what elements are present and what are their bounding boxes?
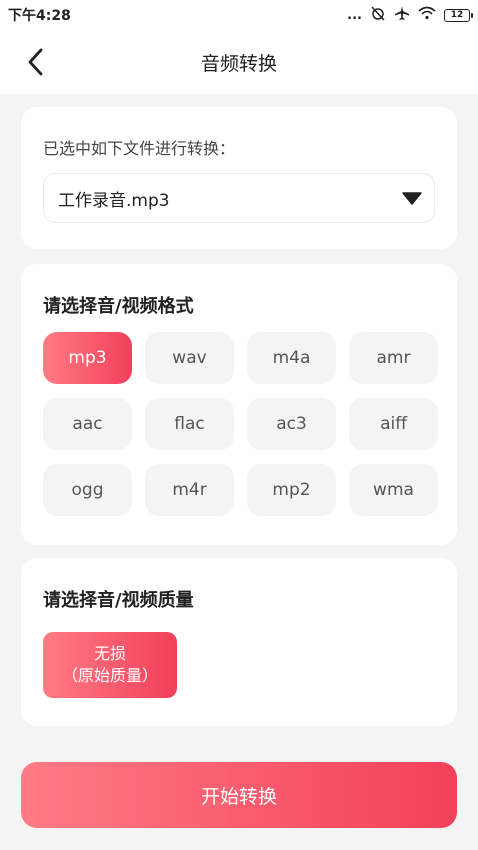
file-section-label: 已选中如下文件进行转换： xyxy=(43,139,236,158)
chevron-left-icon xyxy=(28,48,43,76)
nav-bar: 音频转换 xyxy=(0,30,478,94)
file-select[interactable]: 工作录音.mp3 xyxy=(43,173,435,223)
format-option-aac[interactable]: aac xyxy=(43,398,132,450)
format-option-m4r[interactable]: m4r xyxy=(145,464,234,516)
wifi-icon xyxy=(418,6,436,24)
format-option-amr[interactable]: amr xyxy=(349,332,438,384)
page-title: 音频转换 xyxy=(200,52,277,75)
start-convert-label: 开始转换 xyxy=(200,785,277,808)
alarm-off-icon xyxy=(370,5,386,25)
quality-option-lossless[interactable]: 无损 （原始质量） xyxy=(43,632,177,698)
format-option-aiff[interactable]: aiff xyxy=(349,398,438,450)
quality-section-title: 请选择音/视频质量 xyxy=(43,590,194,611)
format-option-mp2[interactable]: mp2 xyxy=(247,464,336,516)
quality-card: 请选择音/视频质量 无损 （原始质量） xyxy=(21,558,457,726)
format-option-ac3[interactable]: ac3 xyxy=(247,398,336,450)
airplane-icon xyxy=(394,5,410,25)
caret-down-icon xyxy=(402,192,422,205)
format-option-wav[interactable]: wav xyxy=(145,332,234,384)
status-time: 下午4:28 xyxy=(8,8,71,24)
battery-icon: 12 xyxy=(444,8,473,22)
format-option-mp3[interactable]: mp3 xyxy=(43,332,132,384)
format-option-m4a[interactable]: m4a xyxy=(247,332,336,384)
status-icons: ... 12 xyxy=(347,5,473,25)
format-option-flac[interactable]: flac xyxy=(145,398,234,450)
format-option-ogg[interactable]: ogg xyxy=(43,464,132,516)
selected-file-name: 工作录音.mp3 xyxy=(58,190,170,211)
quality-option-line2: （原始质量） xyxy=(61,666,158,685)
back-button[interactable] xyxy=(18,44,54,80)
format-grid: mp3 wav m4a amr aac flac ac3 aiff ogg m4… xyxy=(43,332,438,516)
more-dots-icon: ... xyxy=(347,7,362,23)
format-card: 请选择音/视频格式 mp3 wav m4a amr aac flac ac3 a… xyxy=(21,264,457,545)
status-bar: 下午4:28 ... 12 xyxy=(0,0,478,30)
format-section-title: 请选择音/视频格式 xyxy=(43,296,194,317)
start-convert-button[interactable]: 开始转换 xyxy=(21,762,457,828)
file-card: 已选中如下文件进行转换： 工作录音.mp3 xyxy=(21,107,457,249)
format-option-wma[interactable]: wma xyxy=(349,464,438,516)
quality-option-line1: 无损 xyxy=(93,644,126,663)
